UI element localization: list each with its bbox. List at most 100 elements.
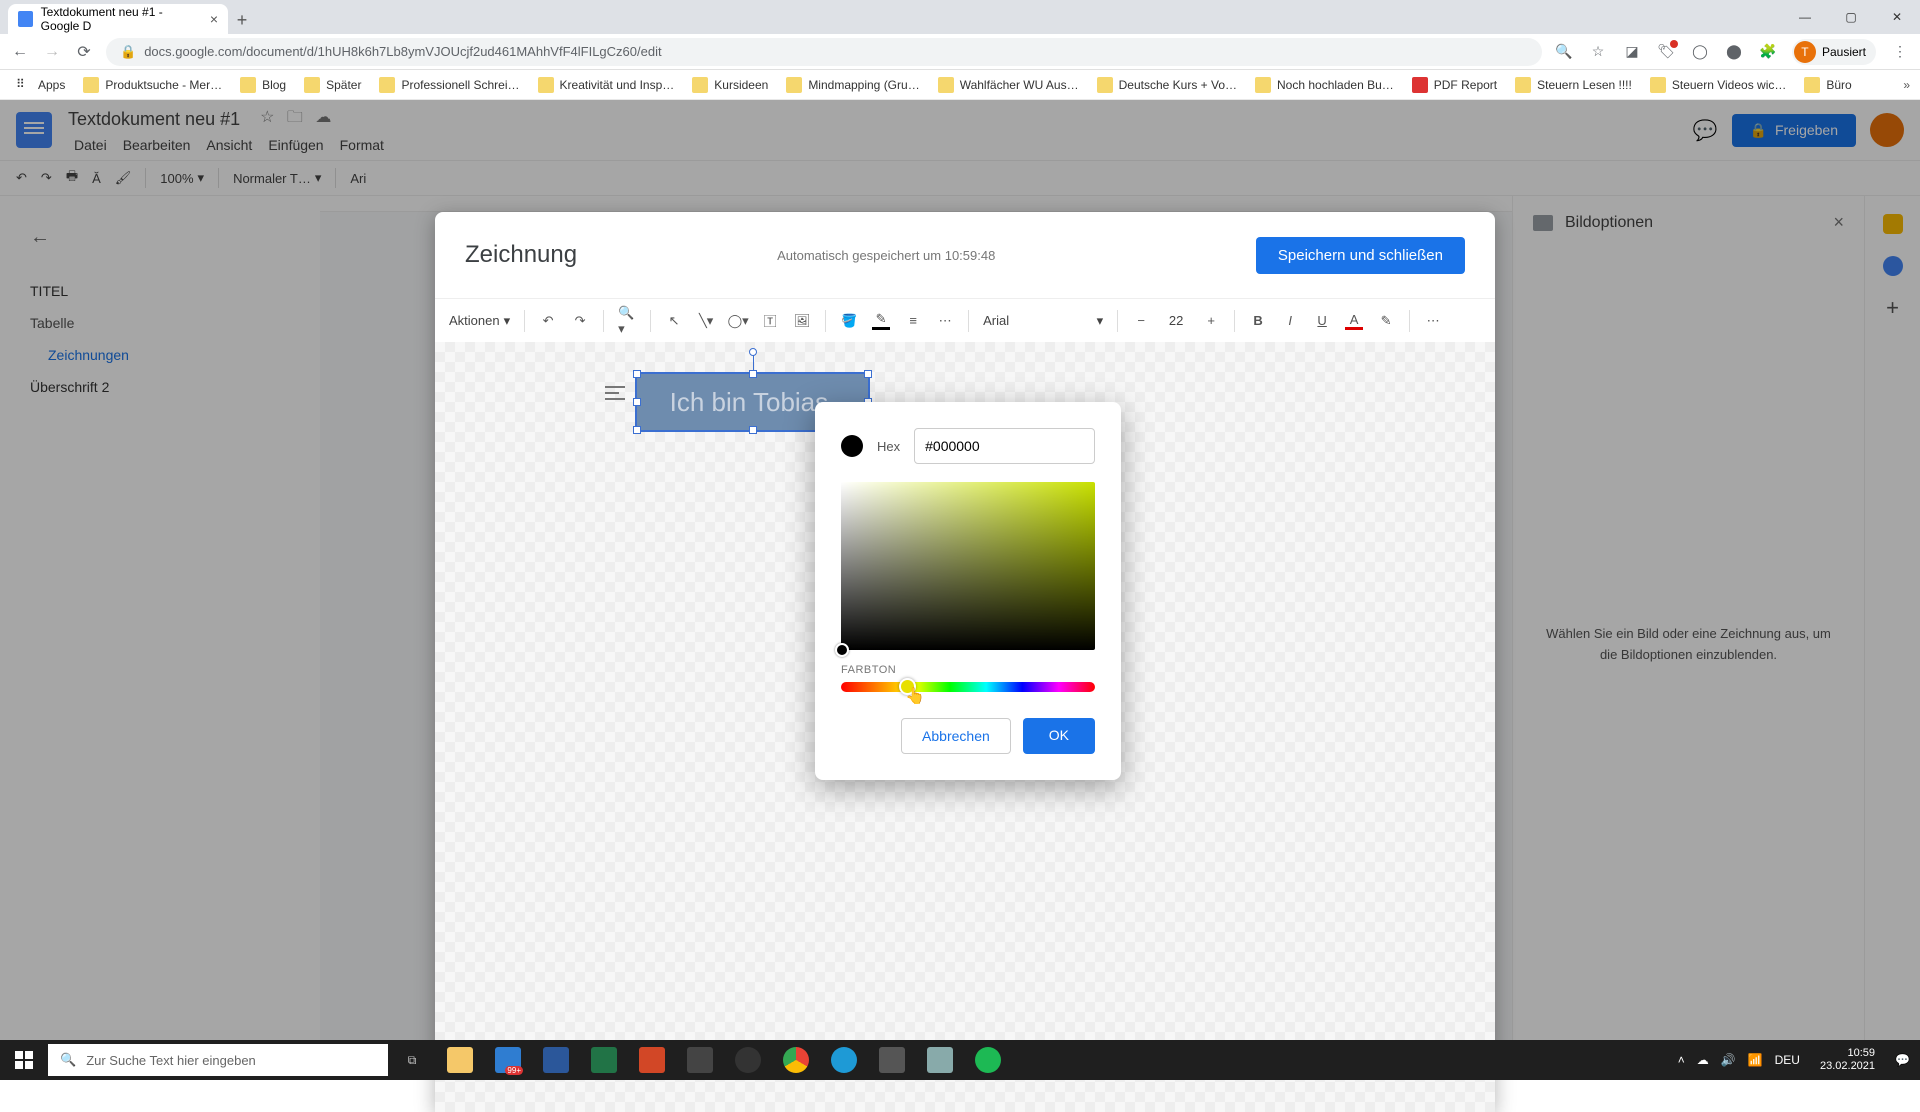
task-view-icon[interactable]: ⧉	[388, 1040, 436, 1080]
star-icon[interactable]: ☆	[1588, 42, 1608, 62]
rotate-handle[interactable]	[749, 348, 757, 356]
save-and-close-button[interactable]: Speichern und schließen	[1256, 237, 1465, 274]
address-field[interactable]: 🔒 docs.google.com/document/d/1hUH8k6h7Lb…	[106, 38, 1542, 66]
actions-dropdown[interactable]: Aktionen▾	[449, 313, 510, 329]
ok-button[interactable]: OK	[1023, 718, 1095, 754]
bookmark-item[interactable]: Produktsuche - Mer…	[77, 77, 228, 93]
bookmark-item[interactable]: Büro	[1798, 77, 1857, 93]
shape-tool-icon[interactable]: ◯▾	[729, 312, 747, 330]
bookmark-item[interactable]: Deutsche Kurs + Vo…	[1091, 77, 1243, 93]
font-size-value[interactable]: 22	[1164, 313, 1188, 328]
bookmark-item[interactable]: Professionell Schrei…	[373, 77, 525, 93]
textbox-tool-icon[interactable]: 🅃	[761, 312, 779, 330]
spotify-icon[interactable]	[964, 1040, 1012, 1080]
font-dec-icon[interactable]: −	[1132, 312, 1150, 330]
resize-handle[interactable]	[633, 426, 641, 434]
bookmark-item[interactable]: Steuern Lesen !!!!	[1509, 77, 1638, 93]
extensions-icon[interactable]: 🧩	[1758, 42, 1778, 62]
bookmark-item[interactable]: Wahlfächer WU Aus…	[932, 77, 1085, 93]
zoom-search-icon[interactable]: 🔍	[1554, 42, 1574, 62]
profile-label: Pausiert	[1822, 45, 1866, 59]
ext3-icon[interactable]: ◯	[1690, 42, 1710, 62]
nav-forward-icon[interactable]: →	[42, 43, 62, 61]
resize-handle[interactable]	[749, 426, 757, 434]
taskbar-search[interactable]: 🔍 Zur Suche Text hier eingeben	[48, 1044, 388, 1076]
zoom-dd-icon[interactable]: 🔍▾	[618, 312, 636, 330]
bookmark-item[interactable]: Später	[298, 77, 367, 93]
explorer-icon[interactable]	[436, 1040, 484, 1080]
resize-handle[interactable]	[633, 370, 641, 378]
notifications-icon[interactable]: 💬	[1895, 1053, 1910, 1067]
notepad-icon[interactable]	[916, 1040, 964, 1080]
highlight-icon[interactable]: ✎	[1377, 312, 1395, 330]
minimize-button[interactable]: —	[1782, 0, 1828, 34]
clock[interactable]: 10:59 23.02.2021	[1812, 1047, 1883, 1073]
kebab-menu-icon[interactable]: ⋮	[1890, 42, 1910, 62]
mail-icon[interactable]: 99+	[484, 1040, 532, 1080]
browser-tab[interactable]: Textdokument neu #1 - Google D ×	[8, 4, 228, 34]
chrome-icon[interactable]	[772, 1040, 820, 1080]
bookmark-item[interactable]: Kursideen	[686, 77, 774, 93]
bookmark-item[interactable]: Blog	[234, 77, 292, 93]
cloud-icon[interactable]: ☁	[1697, 1053, 1709, 1067]
bookmark-item[interactable]: PDF Report	[1406, 77, 1503, 93]
obs-icon[interactable]	[724, 1040, 772, 1080]
tab-close-icon[interactable]: ×	[210, 11, 218, 27]
profile-paused-button[interactable]: T Pausiert	[1792, 39, 1876, 65]
start-button[interactable]	[0, 1051, 48, 1069]
ext2-icon[interactable]: 🏷	[1656, 42, 1676, 62]
hue-slider[interactable]: 👆	[841, 682, 1095, 692]
line-tool-icon[interactable]: ╲▾	[697, 312, 715, 330]
underline-icon[interactable]: U	[1313, 312, 1331, 330]
font-inc-icon[interactable]: +	[1202, 312, 1220, 330]
resize-handle[interactable]	[749, 370, 757, 378]
edge-icon[interactable]	[820, 1040, 868, 1080]
image-tool-icon[interactable]: 🖼	[793, 312, 811, 330]
ext1-icon[interactable]: ◪	[1622, 42, 1642, 62]
bold-icon[interactable]: B	[1249, 312, 1267, 330]
border-dash-icon[interactable]: ⋯	[936, 312, 954, 330]
sv-thumb[interactable]	[835, 643, 849, 657]
wifi-icon[interactable]: 📶	[1748, 1053, 1763, 1067]
bookmark-apps[interactable]: ⠿Apps	[10, 77, 71, 93]
powerpoint-icon[interactable]	[628, 1040, 676, 1080]
fill-color-icon[interactable]: 🪣	[840, 312, 858, 330]
hue-thumb[interactable]	[899, 678, 916, 695]
nav-back-icon[interactable]: ←	[10, 43, 30, 61]
resize-handle[interactable]	[864, 370, 872, 378]
bookmark-item[interactable]: Noch hochladen Bu…	[1249, 77, 1400, 93]
bookmark-item[interactable]: Kreativität und Insp…	[532, 77, 681, 93]
cancel-button[interactable]: Abbrechen	[901, 718, 1011, 754]
bookmark-item[interactable]: Mindmapping (Gru…	[780, 77, 925, 93]
text-color-icon[interactable]: A	[1345, 312, 1363, 330]
app2-icon[interactable]	[868, 1040, 916, 1080]
border-color-icon[interactable]: ✎	[872, 312, 890, 330]
undo-icon[interactable]: ↶	[539, 312, 557, 330]
more-icon[interactable]: ⋯	[1424, 312, 1442, 330]
app-icon[interactable]	[676, 1040, 724, 1080]
italic-icon[interactable]: I	[1281, 312, 1299, 330]
lock-icon: 🔒	[120, 44, 136, 60]
drawing-font-dropdown[interactable]: Arial▾	[983, 313, 1103, 329]
tray-up-icon[interactable]: ˄	[1678, 1053, 1685, 1067]
close-button[interactable]: ✕	[1874, 0, 1920, 34]
tab-title: Textdokument neu #1 - Google D	[41, 5, 202, 33]
new-tab-button[interactable]: +	[228, 6, 256, 34]
reload-icon[interactable]: ⟳	[74, 42, 94, 62]
ext4-icon[interactable]: ⬤	[1724, 42, 1744, 62]
border-weight-icon[interactable]: ≡	[904, 312, 922, 330]
bookmarks-overflow-icon[interactable]: »	[1903, 78, 1910, 92]
saturation-value-area[interactable]	[841, 482, 1095, 650]
maximize-button[interactable]: ▢	[1828, 0, 1874, 34]
word-icon[interactable]	[532, 1040, 580, 1080]
excel-icon[interactable]	[580, 1040, 628, 1080]
language-indicator[interactable]: DEU	[1775, 1053, 1800, 1067]
resize-handle[interactable]	[633, 398, 641, 406]
redo-icon[interactable]: ↷	[571, 312, 589, 330]
wrap-align-icon[interactable]	[605, 386, 625, 400]
docs-favicon	[18, 11, 33, 27]
hex-input[interactable]: #000000	[914, 428, 1095, 464]
volume-icon[interactable]: 🔊	[1721, 1053, 1736, 1067]
select-tool-icon[interactable]: ↖	[665, 312, 683, 330]
bookmark-item[interactable]: Steuern Videos wic…	[1644, 77, 1793, 93]
